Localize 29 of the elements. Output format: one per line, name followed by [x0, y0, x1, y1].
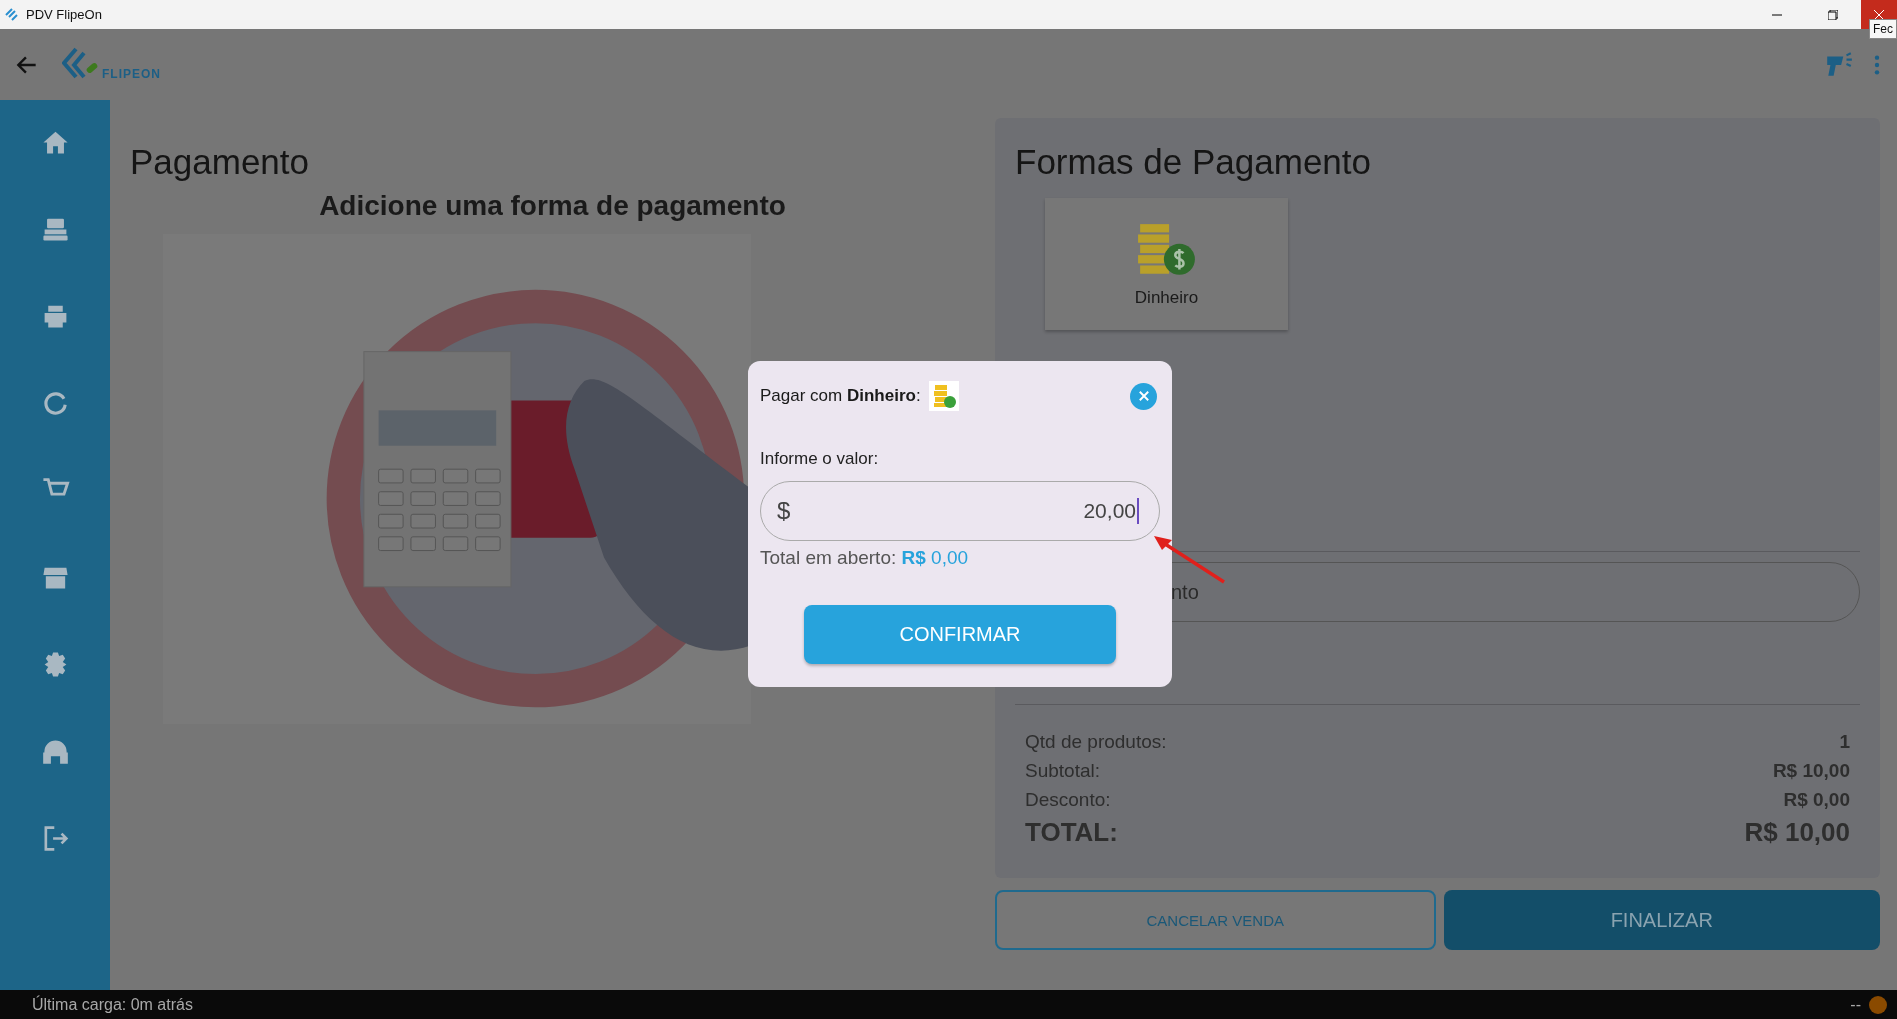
- restore-icon: [1828, 9, 1838, 20]
- status-indicator-text: --: [1850, 995, 1861, 1014]
- logo-text: FLIPEON: [102, 66, 161, 81]
- summary-value: R$ 10,00: [1772, 759, 1850, 783]
- summary-label: TOTAL:: [1025, 816, 1118, 849]
- open-total-text: Total em aberto: R$ 0,00: [760, 547, 970, 569]
- input-label: Informe o valor:: [760, 449, 880, 469]
- summary-label: Subtotal:: [1025, 759, 1100, 783]
- page-subtitle: Adicione uma forma de pagamento: [318, 190, 787, 222]
- dialog-title: Pagar com Dinheiro:: [760, 386, 921, 406]
- panel-title: Formas de Pagamento: [1015, 142, 1372, 182]
- page-title: Pagamento: [130, 142, 311, 182]
- close-icon: [1874, 9, 1884, 20]
- summary-value: R$ 10,00: [1744, 816, 1850, 849]
- status-text: Última carga: 0m atrás: [32, 995, 193, 1014]
- summary-value: R$ 0,00: [1783, 788, 1850, 812]
- close-tooltip: Fec: [1869, 19, 1897, 39]
- payment-method-card[interactable]: Dinheiro: [1045, 198, 1288, 330]
- coins-icon: [928, 381, 959, 411]
- app-icon: [4, 6, 20, 23]
- close-icon: [1137, 390, 1150, 402]
- window-title: PDV FlipeOn: [26, 7, 102, 22]
- summary-label: Qtd de produtos:: [1025, 730, 1167, 754]
- status-dot-icon: [1869, 995, 1887, 1014]
- cancel-sale-button[interactable]: CANCELAR VENDA: [995, 890, 1436, 950]
- summary-value: 1: [1839, 730, 1850, 754]
- finish-button[interactable]: FINALIZAR: [1443, 890, 1880, 950]
- summary-label: Desconto:: [1025, 788, 1111, 812]
- confirm-button[interactable]: CONFIRMAR: [804, 605, 1116, 664]
